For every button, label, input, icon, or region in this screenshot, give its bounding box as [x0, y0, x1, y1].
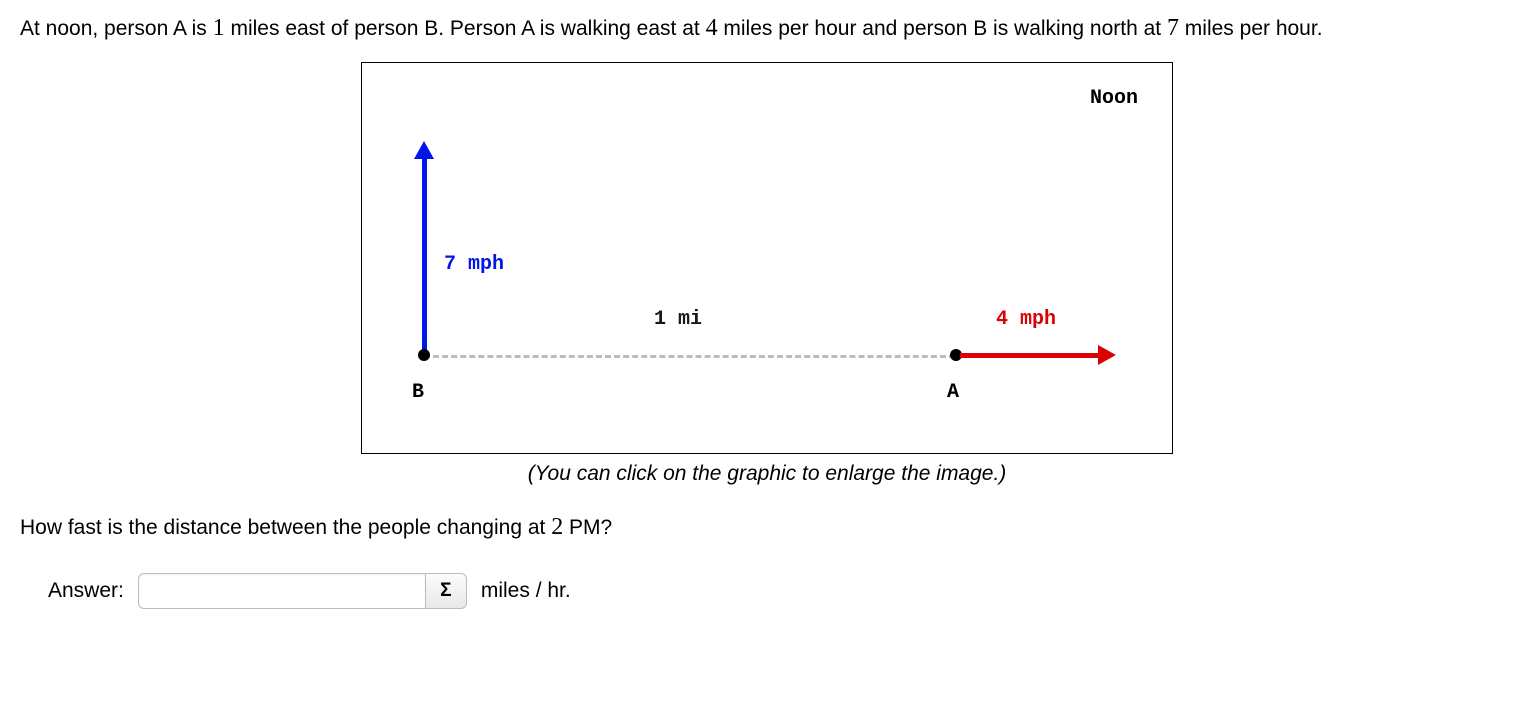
noon-label: Noon — [1090, 85, 1138, 112]
answer-units: miles / hr. — [481, 577, 571, 605]
question-before: How fast is the distance between the peo… — [20, 516, 551, 539]
vector-a-east-line — [960, 353, 1100, 358]
distance-dashed-line — [424, 355, 955, 358]
speed-a-label: 4 mph — [996, 306, 1056, 333]
problem-text: miles east of person B. Person A is walk… — [225, 17, 706, 40]
arrow-up-icon — [414, 141, 434, 159]
speed-a-value: 4 — [706, 15, 718, 41]
point-b-label: B — [412, 379, 424, 406]
point-b-dot — [418, 349, 430, 361]
problem-statement: At noon, person A is 1 miles east of per… — [20, 12, 1514, 44]
distance-value: 1 — [213, 15, 225, 41]
arrow-right-icon — [1098, 345, 1116, 365]
question-after: PM? — [563, 516, 612, 539]
sigma-icon: Σ — [440, 578, 451, 604]
speed-b-label: 7 mph — [444, 251, 504, 278]
figure-caption: (You can click on the graphic to enlarge… — [20, 460, 1514, 488]
answer-input-group: Σ — [138, 573, 467, 609]
problem-text: At noon, person A is — [20, 17, 213, 40]
answer-input[interactable] — [138, 573, 425, 609]
answer-row: Answer: Σ miles / hr. — [20, 573, 1514, 609]
question-time: 2 — [551, 514, 563, 540]
answer-label: Answer: — [48, 577, 124, 605]
equation-editor-button[interactable]: Σ — [425, 573, 467, 609]
question-text: How fast is the distance between the peo… — [20, 511, 1514, 543]
distance-label: 1 mi — [654, 306, 702, 333]
problem-text: miles per hour and person B is walking n… — [718, 17, 1167, 40]
point-a-label: A — [947, 379, 959, 406]
diagram-figure[interactable]: Noon 7 mph 1 mi B A 4 mph — [361, 62, 1173, 454]
problem-text: miles per hour. — [1179, 17, 1323, 40]
vector-b-north-line — [422, 155, 427, 353]
speed-b-value: 7 — [1167, 15, 1179, 41]
